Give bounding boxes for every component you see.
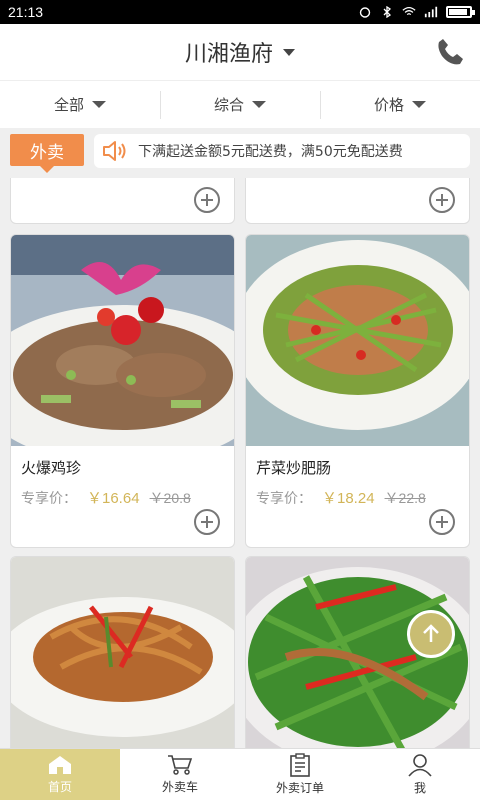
price-label: 专享价： — [256, 491, 312, 507]
filter-comprehensive-label: 综合 — [213, 96, 244, 114]
wifi-icon — [402, 7, 416, 16]
battery-icon — [446, 6, 475, 18]
cart-icon — [168, 755, 193, 775]
arrow-up-icon — [423, 624, 439, 642]
filter-price-label: 价格 — [373, 96, 404, 114]
announcement-text: 下满起送金额5元配送费，满50元免配送费 — [138, 144, 403, 160]
nav-me[interactable]: 我 — [360, 749, 480, 800]
status-icons — [358, 6, 475, 18]
price-row: 专享价： ￥18.24 ￥22.8 — [256, 487, 426, 508]
nav-cart-label: 外卖车 — [161, 780, 198, 794]
bottom-nav: 首页 外卖车 外卖订单 我 — [0, 748, 480, 800]
dish-name: 火爆鸡珍 — [21, 459, 82, 477]
status-bar: 21:13 — [0, 0, 480, 24]
product-card-partial-right[interactable] — [245, 178, 470, 224]
dropdown-arrow-icon — [283, 48, 295, 56]
current-price: ￥18.24 — [322, 490, 375, 507]
original-price: ￥20.8 — [149, 490, 191, 506]
dish-photo-shredded-pork — [11, 557, 234, 748]
phone-icon[interactable] — [434, 36, 466, 68]
price-label: 专享价： — [21, 491, 77, 507]
app-header: 川湘渔府 — [0, 24, 480, 80]
announcement-marquee: 下满起送金额5元配送费，满50元免配送费 — [94, 134, 470, 168]
nav-me-label: 我 — [413, 781, 426, 795]
price-row: 专享价： ￥16.64 ￥20.8 — [21, 487, 191, 508]
dish-name: 芹菜炒肥肠 — [256, 459, 332, 477]
filter-bar: 全部 综合 价格 — [0, 80, 480, 128]
nav-cart[interactable]: 外卖车 — [120, 749, 240, 800]
chevron-down-icon — [92, 101, 106, 108]
product-card[interactable]: 芹菜炒肥肠 专享价： ￥18.24 ￥22.8 — [245, 234, 470, 548]
product-card[interactable]: 火爆鸡珍 专享价： ￥16.64 ￥20.8 — [10, 234, 235, 548]
add-to-cart-button[interactable] — [194, 509, 220, 535]
add-to-cart-button[interactable] — [429, 187, 455, 213]
nav-home-label: 首页 — [47, 780, 72, 794]
nav-home[interactable]: 首页 — [0, 749, 120, 800]
status-time: 21:13 — [8, 4, 44, 20]
takeout-tag: 外卖 — [10, 134, 84, 173]
product-card[interactable] — [10, 556, 235, 748]
user-icon — [408, 754, 432, 777]
filter-price[interactable]: 价格 — [320, 81, 480, 128]
product-grid: 火爆鸡珍 专享价： ￥16.64 ￥20.8 芹菜炒肥肠 专享价： ￥18.24… — [0, 178, 480, 748]
product-card-partial-left[interactable] — [10, 178, 235, 224]
current-price: ￥16.64 — [87, 490, 140, 507]
nav-orders-label: 外卖订单 — [275, 781, 324, 795]
store-selector[interactable]: 川湘渔府 — [185, 36, 295, 68]
speaker-icon — [103, 141, 126, 161]
filter-all[interactable]: 全部 — [0, 81, 160, 128]
original-price: ￥22.8 — [384, 490, 426, 506]
signal-icon — [424, 6, 438, 18]
filter-all-label: 全部 — [53, 96, 84, 114]
chevron-down-icon — [252, 101, 266, 108]
chevron-down-icon — [412, 101, 426, 108]
bluetooth-icon — [383, 6, 392, 18]
dish-photo-chicken-gizzard — [11, 235, 234, 446]
dish-photo-celery-intestine — [246, 235, 469, 446]
filter-comprehensive[interactable]: 综合 — [160, 81, 320, 128]
clipboard-icon — [290, 753, 310, 777]
home-icon — [49, 756, 71, 774]
add-to-cart-button[interactable] — [429, 509, 455, 535]
notice-bar: 外卖 下满起送金额5元配送费，满50元免配送费 — [0, 128, 480, 178]
store-title: 川湘渔府 — [184, 42, 273, 67]
back-to-top-button[interactable] — [407, 610, 455, 658]
add-to-cart-button[interactable] — [194, 187, 220, 213]
nav-orders[interactable]: 外卖订单 — [240, 749, 360, 800]
alarm-icon — [359, 7, 371, 18]
